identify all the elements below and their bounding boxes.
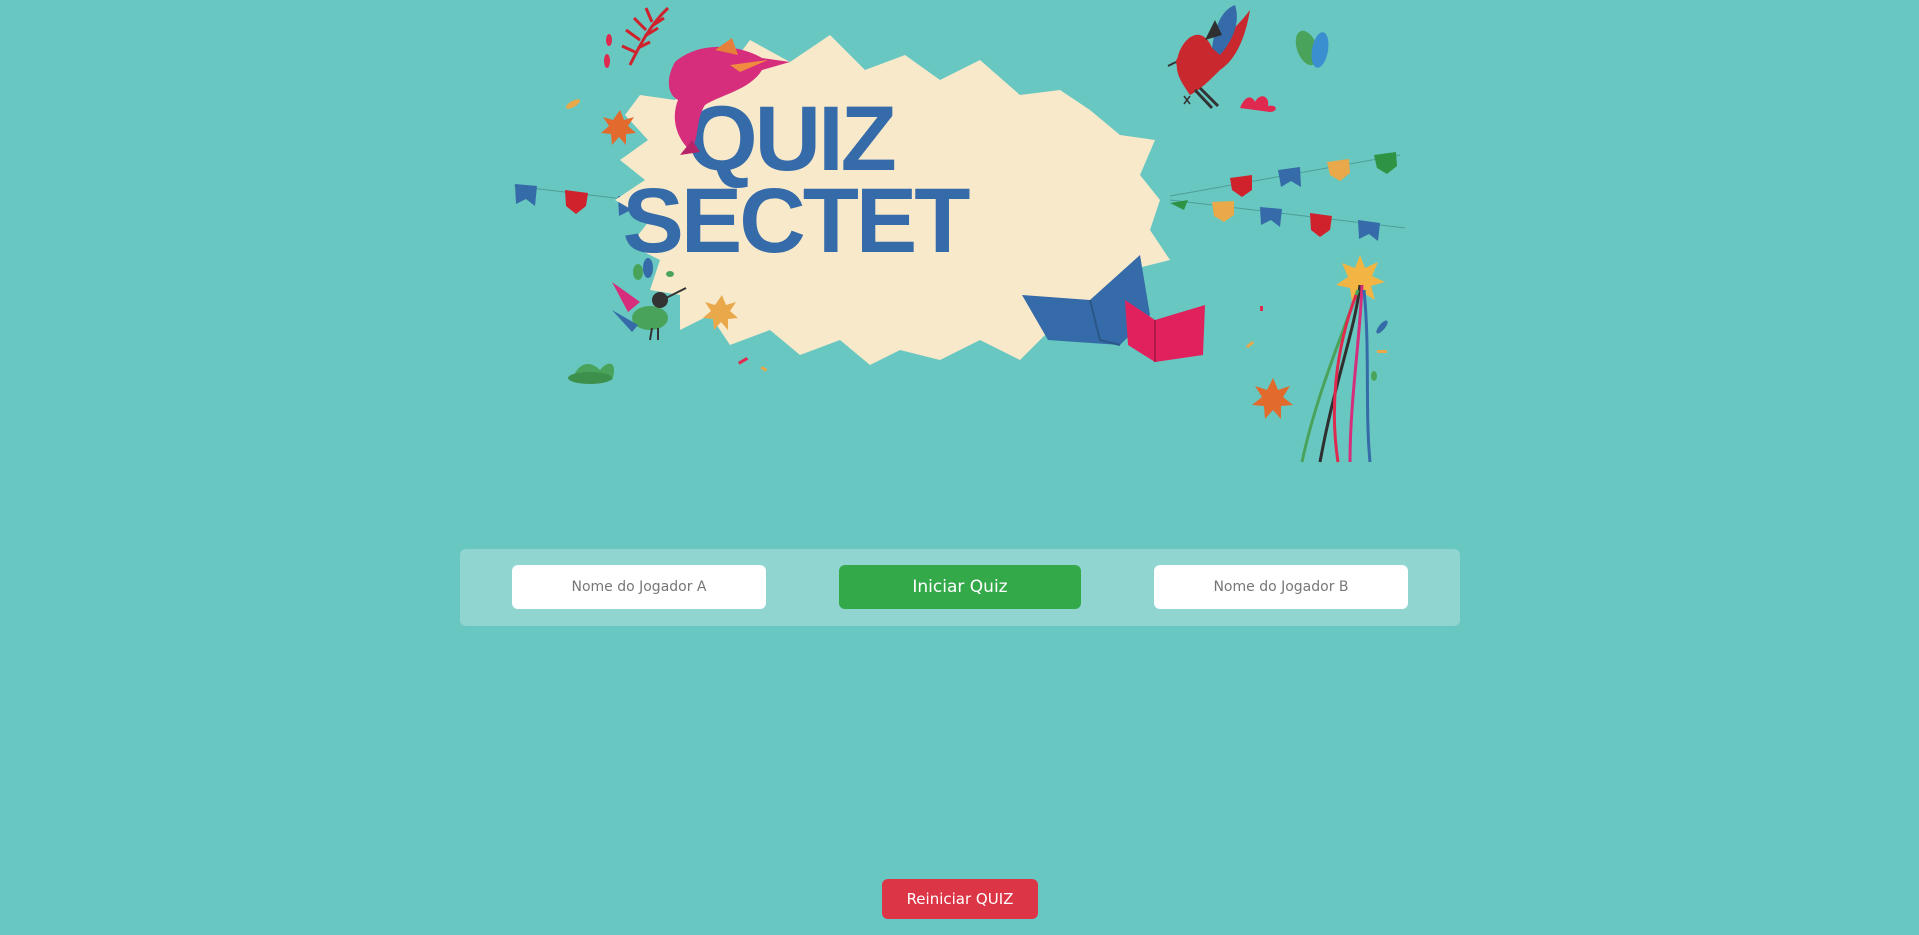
star-icon (1252, 378, 1293, 419)
player-a-name-input[interactable] (512, 565, 766, 609)
start-quiz-button[interactable]: Iniciar Quiz (839, 565, 1081, 609)
leaf-branch-icon (621, 6, 670, 66)
title-line2: SECTET (623, 170, 971, 272)
leaf-icon (568, 363, 615, 384)
restart-quiz-button[interactable]: Reiniciar QUIZ (882, 879, 1038, 919)
bird-icon (1167, 5, 1250, 110)
player-panel: Iniciar Quiz (460, 549, 1460, 626)
bunting-flags-right (1169, 152, 1406, 241)
banner-illustration: QUIZ SECTET (513, 5, 1406, 463)
festival-pole-icon (1300, 284, 1372, 463)
quiz-banner: QUIZ SECTET (500, 0, 1420, 470)
flower-icon (1240, 96, 1276, 112)
player-b-name-input[interactable] (1154, 565, 1408, 609)
petal-icon (1295, 30, 1329, 68)
